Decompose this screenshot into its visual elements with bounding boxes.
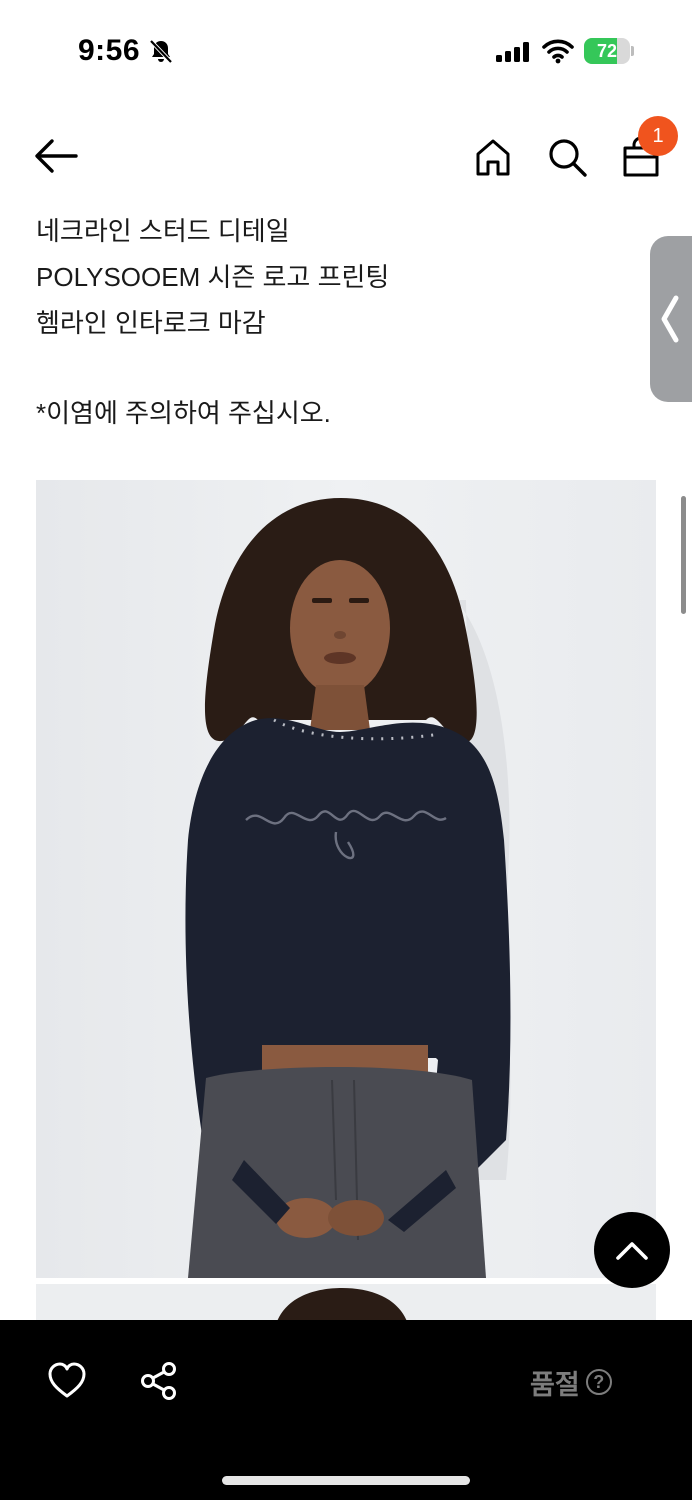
help-circle-icon[interactable]: ? (585, 1369, 612, 1395)
cart-count-badge[interactable]: 1 (638, 116, 678, 156)
sold-out-status[interactable]: 품절 ? (530, 1364, 612, 1400)
chevron-up-icon (616, 1242, 648, 1260)
scroll-to-top-button[interactable] (594, 1212, 670, 1288)
battery-percent: 72 (596, 41, 618, 61)
scrollbar[interactable] (681, 496, 686, 614)
home-icon[interactable] (472, 136, 514, 178)
top-nav (0, 104, 692, 204)
wifi-icon (542, 39, 574, 64)
back-arrow-icon[interactable] (30, 136, 80, 176)
battery-charging-icon: 72 (584, 38, 634, 64)
product-photo (36, 480, 656, 1278)
product-description: 네크라인 스터드 디테일 POLYSOOEM 시즌 로고 프린팅 헴라인 인타로… (36, 208, 636, 436)
search-icon[interactable] (546, 136, 588, 178)
share-icon[interactable] (138, 1360, 180, 1402)
bottom-action-bar: 품절 ? (0, 1320, 692, 1500)
heart-icon[interactable] (46, 1360, 88, 1402)
description-line: 네크라인 스터드 디테일 (36, 216, 290, 246)
status-bar: 9:56 72 (0, 0, 692, 104)
product-photo-next (36, 1284, 656, 1324)
description-line: POLYSOOEM 시즌 로고 프린팅 (36, 262, 390, 292)
care-notice: *이염에 주의하여 주십시오. (36, 398, 331, 428)
signal-icon (496, 42, 529, 62)
side-panel-handle[interactable] (650, 236, 692, 402)
status-time: 9:56 (78, 34, 141, 67)
home-indicator (222, 1476, 470, 1485)
chevron-left-icon (661, 295, 679, 343)
bell-slash-icon (149, 39, 173, 64)
sold-out-label: 품절 (530, 1369, 580, 1400)
description-line: 헴라인 인타로크 마감 (36, 308, 266, 338)
